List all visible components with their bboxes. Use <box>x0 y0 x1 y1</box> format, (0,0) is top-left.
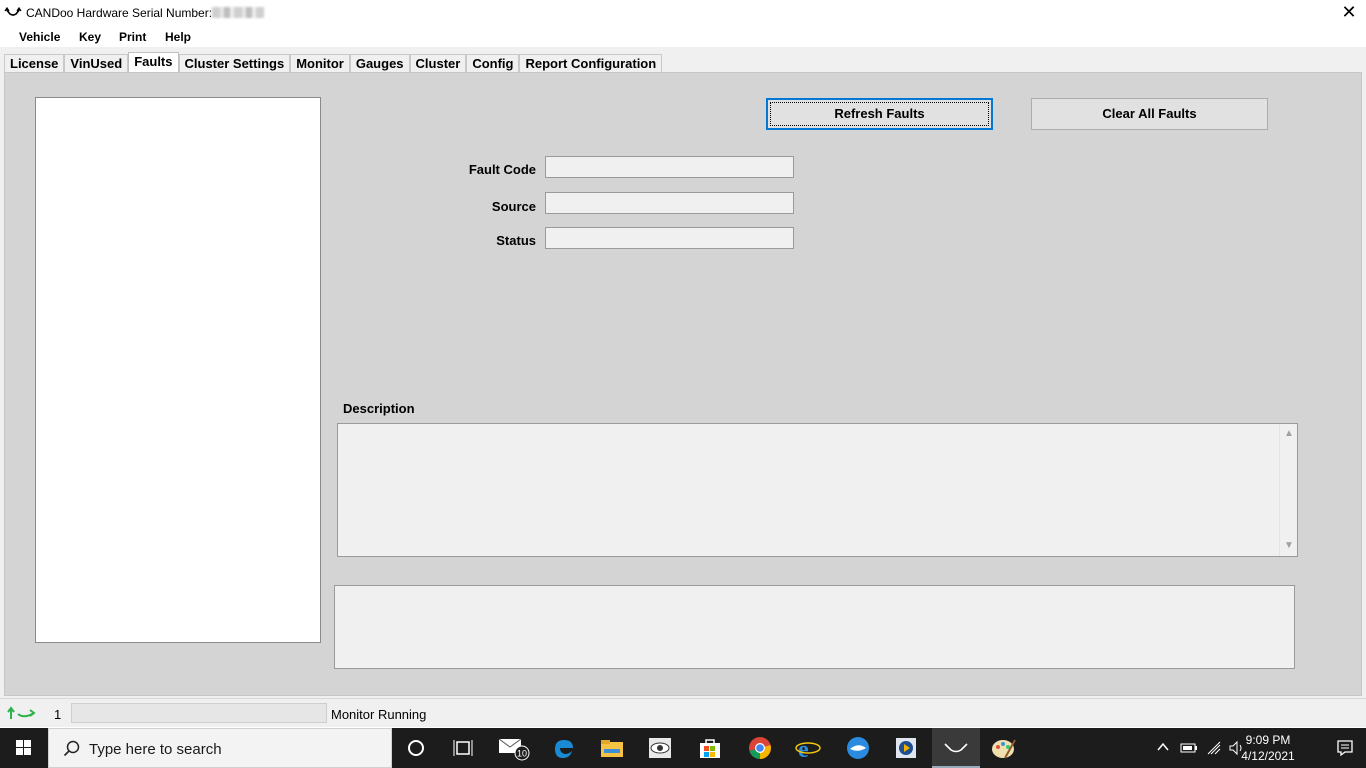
tab-config[interactable]: Config <box>466 54 520 73</box>
tab-cluster-settings[interactable]: Cluster Settings <box>178 54 291 73</box>
clock-date: 4/12/2021 <box>1241 749 1295 763</box>
clock-time: 9:09 PM <box>1245 733 1291 747</box>
tab-faults[interactable]: Faults <box>128 52 179 74</box>
media-app-icon[interactable] <box>882 728 930 768</box>
connection-arrows-icon <box>7 706 36 719</box>
cortana-icon[interactable] <box>392 728 440 768</box>
fault-list[interactable] <box>35 97 321 643</box>
candoo-app-icon <box>4 6 22 16</box>
mail-icon[interactable]: 10 <box>490 728 538 768</box>
description-textbox[interactable]: ▲ ▼ <box>337 423 1298 557</box>
source-field[interactable] <box>545 192 794 214</box>
internet-explorer-icon[interactable]: e <box>784 728 832 768</box>
edge-icon[interactable] <box>540 728 588 768</box>
battery-icon[interactable] <box>1180 742 1198 754</box>
taskbar-search-input[interactable]: Type here to search <box>48 728 392 768</box>
menu-vehicle[interactable]: Vehicle <box>19 30 60 44</box>
wifi-icon[interactable] <box>1206 740 1224 756</box>
menu-print[interactable]: Print <box>119 30 146 44</box>
close-button[interactable]: ✕ <box>1332 0 1366 25</box>
message-box[interactable] <box>334 585 1295 669</box>
faults-tab-panel: Refresh Faults Clear All Faults Fault Co… <box>4 72 1362 696</box>
thunderbird-icon[interactable] <box>834 728 882 768</box>
task-view-icon[interactable] <box>440 728 488 768</box>
status-count: 1 <box>54 707 62 722</box>
chevron-up-icon[interactable] <box>1156 741 1170 753</box>
tab-vinused[interactable]: VinUsed <box>64 54 129 73</box>
tab-cluster[interactable]: Cluster <box>409 54 467 73</box>
title-bar: CANDoo Hardware Serial Number: ✕ <box>0 0 1366 25</box>
eye-app-icon[interactable] <box>636 728 684 768</box>
description-label: Description <box>343 401 415 416</box>
refresh-faults-button[interactable]: Refresh Faults <box>766 98 993 130</box>
taskbar-clock[interactable]: 9:09 PM 4/12/2021 <box>1228 732 1308 764</box>
status-field[interactable] <box>545 227 794 249</box>
tab-report-configuration[interactable]: Report Configuration <box>519 54 663 73</box>
store-icon[interactable] <box>686 728 734 768</box>
source-label: Source <box>491 199 536 214</box>
menu-key[interactable]: Key <box>79 30 101 44</box>
file-explorer-icon[interactable] <box>588 728 636 768</box>
search-icon <box>63 740 80 757</box>
paint-icon[interactable] <box>980 728 1028 768</box>
window-title: CANDoo Hardware Serial Number: <box>26 6 213 20</box>
chrome-icon[interactable] <box>736 728 784 768</box>
tab-gauges[interactable]: Gauges <box>349 54 410 73</box>
windows-start-icon[interactable] <box>0 728 48 768</box>
status-bar: 1 Monitor Running <box>0 698 1366 727</box>
clear-all-faults-button[interactable]: Clear All Faults <box>1031 98 1268 130</box>
fault-code-field[interactable] <box>545 156 794 178</box>
scroll-down-icon[interactable]: ▼ <box>1280 538 1298 554</box>
scroll-up-icon[interactable]: ▲ <box>1280 426 1298 442</box>
tab-license[interactable]: License <box>4 54 65 73</box>
menu-help[interactable]: Help <box>165 30 191 44</box>
window-body: License VinUsed Faults Cluster Settings … <box>0 47 1366 727</box>
tab-monitor[interactable]: Monitor <box>290 54 350 73</box>
svg-text:e: e <box>798 737 809 760</box>
serial-number-redacted <box>212 7 264 18</box>
search-placeholder: Type here to search <box>89 741 222 758</box>
status-progress-bar <box>71 703 327 723</box>
menu-bar: Vehicle Key Print Help <box>0 25 1366 47</box>
taskbar: Type here to search 10 e 9:09 PM 4/12/20… <box>0 728 1366 768</box>
fault-code-label: Fault Code <box>468 162 536 177</box>
tab-strip: License VinUsed Faults Cluster Settings … <box>4 52 663 74</box>
status-text: Monitor Running <box>331 707 427 722</box>
mail-badge: 10 <box>517 749 527 759</box>
candoo-taskbar-icon[interactable] <box>932 728 980 768</box>
status-label: Status <box>496 233 536 248</box>
description-scrollbar[interactable]: ▲ ▼ <box>1279 424 1297 556</box>
notification-center-icon[interactable] <box>1336 739 1354 757</box>
